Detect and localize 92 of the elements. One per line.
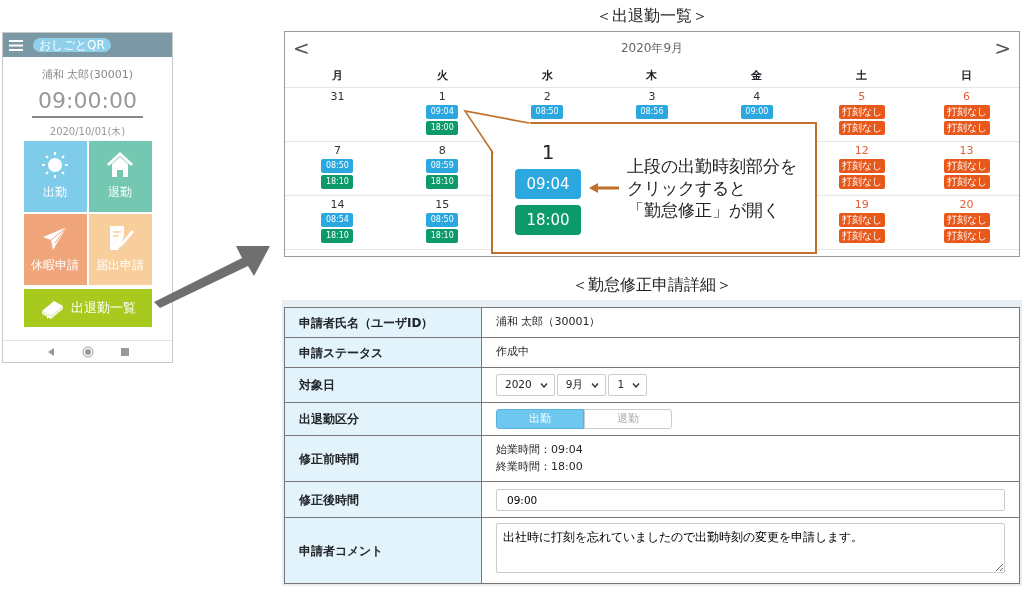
- time-stamp-tag[interactable]: 08:54: [321, 213, 354, 227]
- time-stamp-tag[interactable]: 打刻なし: [943, 175, 990, 189]
- section-title: ＜出退勤一覧＞: [596, 5, 708, 27]
- day-number: 19: [854, 198, 869, 211]
- square-icon: [120, 348, 129, 356]
- weekday-header: 日: [914, 64, 1019, 88]
- field-label: 申請者氏名（ユーザID）: [284, 307, 482, 338]
- time-stamp-tag[interactable]: 打刻なし: [838, 159, 885, 173]
- time-stamp-tag[interactable]: 打刻なし: [943, 229, 990, 243]
- time-stamp-tag[interactable]: 18:00: [515, 205, 581, 235]
- house-icon: [106, 151, 134, 179]
- field-value: 始業時間：09:04 終業時間：18:00: [481, 435, 1020, 482]
- day-number: 6: [963, 90, 971, 103]
- time-stamp-tag[interactable]: 08:50: [321, 159, 354, 173]
- next-month-button[interactable]: >: [994, 38, 1011, 58]
- time-stamp-tag[interactable]: 打刻なし: [838, 121, 885, 135]
- day-number: 7: [333, 144, 341, 157]
- dropdown[interactable]: 2020: [496, 374, 555, 396]
- time-stamp-tag[interactable]: 08:50: [426, 213, 459, 227]
- day-number: 13: [959, 144, 974, 157]
- field-label: 修正後時間: [284, 481, 482, 518]
- back-icon: [46, 348, 55, 356]
- toggle-option[interactable]: 出勤: [496, 409, 584, 429]
- time-stamp-tag[interactable]: 18:10: [321, 175, 354, 189]
- time-stamp-tag[interactable]: 08:59: [426, 159, 459, 173]
- chevron-down-icon: [539, 383, 548, 388]
- time-stamp-tag[interactable]: 09:00: [740, 105, 773, 119]
- day-number: 14: [330, 198, 345, 211]
- arrow-icon: [589, 183, 619, 193]
- time-stamp-tag[interactable]: 打刻なし: [943, 159, 990, 173]
- time-stamp-tag[interactable]: 打刻なし: [943, 121, 990, 135]
- day-number: 3: [648, 90, 656, 103]
- attendance-list-button[interactable]: 出退勤一覧: [23, 288, 152, 327]
- time-stamp-tag[interactable]: 打刻なし: [838, 229, 885, 243]
- day-number: 1: [438, 90, 446, 103]
- callout-text: 上段の出勤時刻部分を クリックすると 「勤怠修正」が開く: [627, 155, 797, 221]
- field-label: 申請者コメント: [284, 517, 482, 584]
- time-stamp-tag[interactable]: 打刻なし: [943, 105, 990, 119]
- date-label: 2020/10/01(木): [49, 124, 126, 139]
- time-stamp-tag[interactable]: 09:04: [426, 105, 459, 119]
- day-number: 8: [438, 144, 446, 157]
- sun-icon: [41, 151, 69, 179]
- day-number: 15: [435, 198, 450, 211]
- time-stamp-tag[interactable]: 08:50: [531, 105, 564, 119]
- dropdown[interactable]: 1: [608, 374, 648, 396]
- time-stamp-tag[interactable]: 18:10: [321, 229, 354, 243]
- time-stamp-tag[interactable]: 打刻なし: [943, 213, 990, 227]
- menu-tile[interactable]: 出勤: [23, 140, 87, 212]
- time-stamp-tag[interactable]: 18:10: [426, 229, 459, 243]
- time-stamp-tag[interactable]: 打刻なし: [838, 175, 885, 189]
- home-icon: [81, 346, 94, 358]
- chevron-down-icon: [591, 383, 600, 388]
- weekday-header: 火: [389, 64, 495, 88]
- user-name: 浦和 太郎(30001): [41, 67, 134, 83]
- comment-field[interactable]: 出社時に打刻を忘れていましたので出勤時刻の変更を申請します。: [496, 522, 1005, 573]
- previous-month-button[interactable]: <: [293, 38, 310, 58]
- paper-plane-icon: [41, 224, 69, 252]
- time-stamp-tag[interactable]: 18:10: [426, 175, 459, 189]
- weekday-header: 土: [809, 64, 915, 88]
- menu-tile[interactable]: 退勤: [88, 140, 152, 212]
- day-number: 31: [330, 90, 345, 103]
- day-number: 12: [854, 144, 869, 157]
- dropdown[interactable]: 9月: [556, 374, 607, 396]
- chevron-down-icon: [632, 383, 641, 388]
- time-stamp-tag[interactable]: 08:56: [636, 105, 668, 119]
- day-number: 1: [541, 141, 555, 163]
- day-number: 4: [753, 90, 761, 103]
- time-stamp-tag[interactable]: 打刻なし: [838, 213, 885, 227]
- app-logo: おしごとQR: [33, 38, 111, 52]
- field-label: 出退勤区分: [284, 402, 482, 436]
- weekday-header: 木: [599, 64, 705, 88]
- field-label: 修正前時間: [284, 435, 482, 482]
- toggle-option[interactable]: 退勤: [584, 409, 672, 429]
- menu-icon: [9, 40, 23, 51]
- day-number: 5: [858, 90, 866, 103]
- field-label: 申請ステータス: [284, 337, 482, 368]
- weekday-header: 金: [704, 64, 810, 88]
- input-field[interactable]: 09:00: [496, 488, 1005, 511]
- weekday-header: 月: [285, 64, 390, 88]
- time-stamp-tag[interactable]: 18:00: [426, 121, 459, 135]
- section-title: ＜勤怠修正申請詳細＞: [572, 274, 732, 296]
- time-stamp-tag[interactable]: 09:04: [515, 169, 581, 199]
- menu-tile[interactable]: 休暇申請: [23, 213, 87, 285]
- weekday-header: 水: [494, 64, 600, 88]
- day-number: 20: [959, 198, 974, 211]
- field-value: 浦和 太郎（30001）: [481, 307, 1020, 338]
- time-stamp-tag[interactable]: 打刻なし: [838, 105, 885, 119]
- clock-display: 09:00:00: [32, 85, 143, 118]
- month-label: 2020年9月: [620, 40, 684, 57]
- field-label: 対象日: [284, 367, 482, 403]
- day-number: 2: [543, 90, 551, 103]
- field-value: 作成中: [481, 337, 1020, 368]
